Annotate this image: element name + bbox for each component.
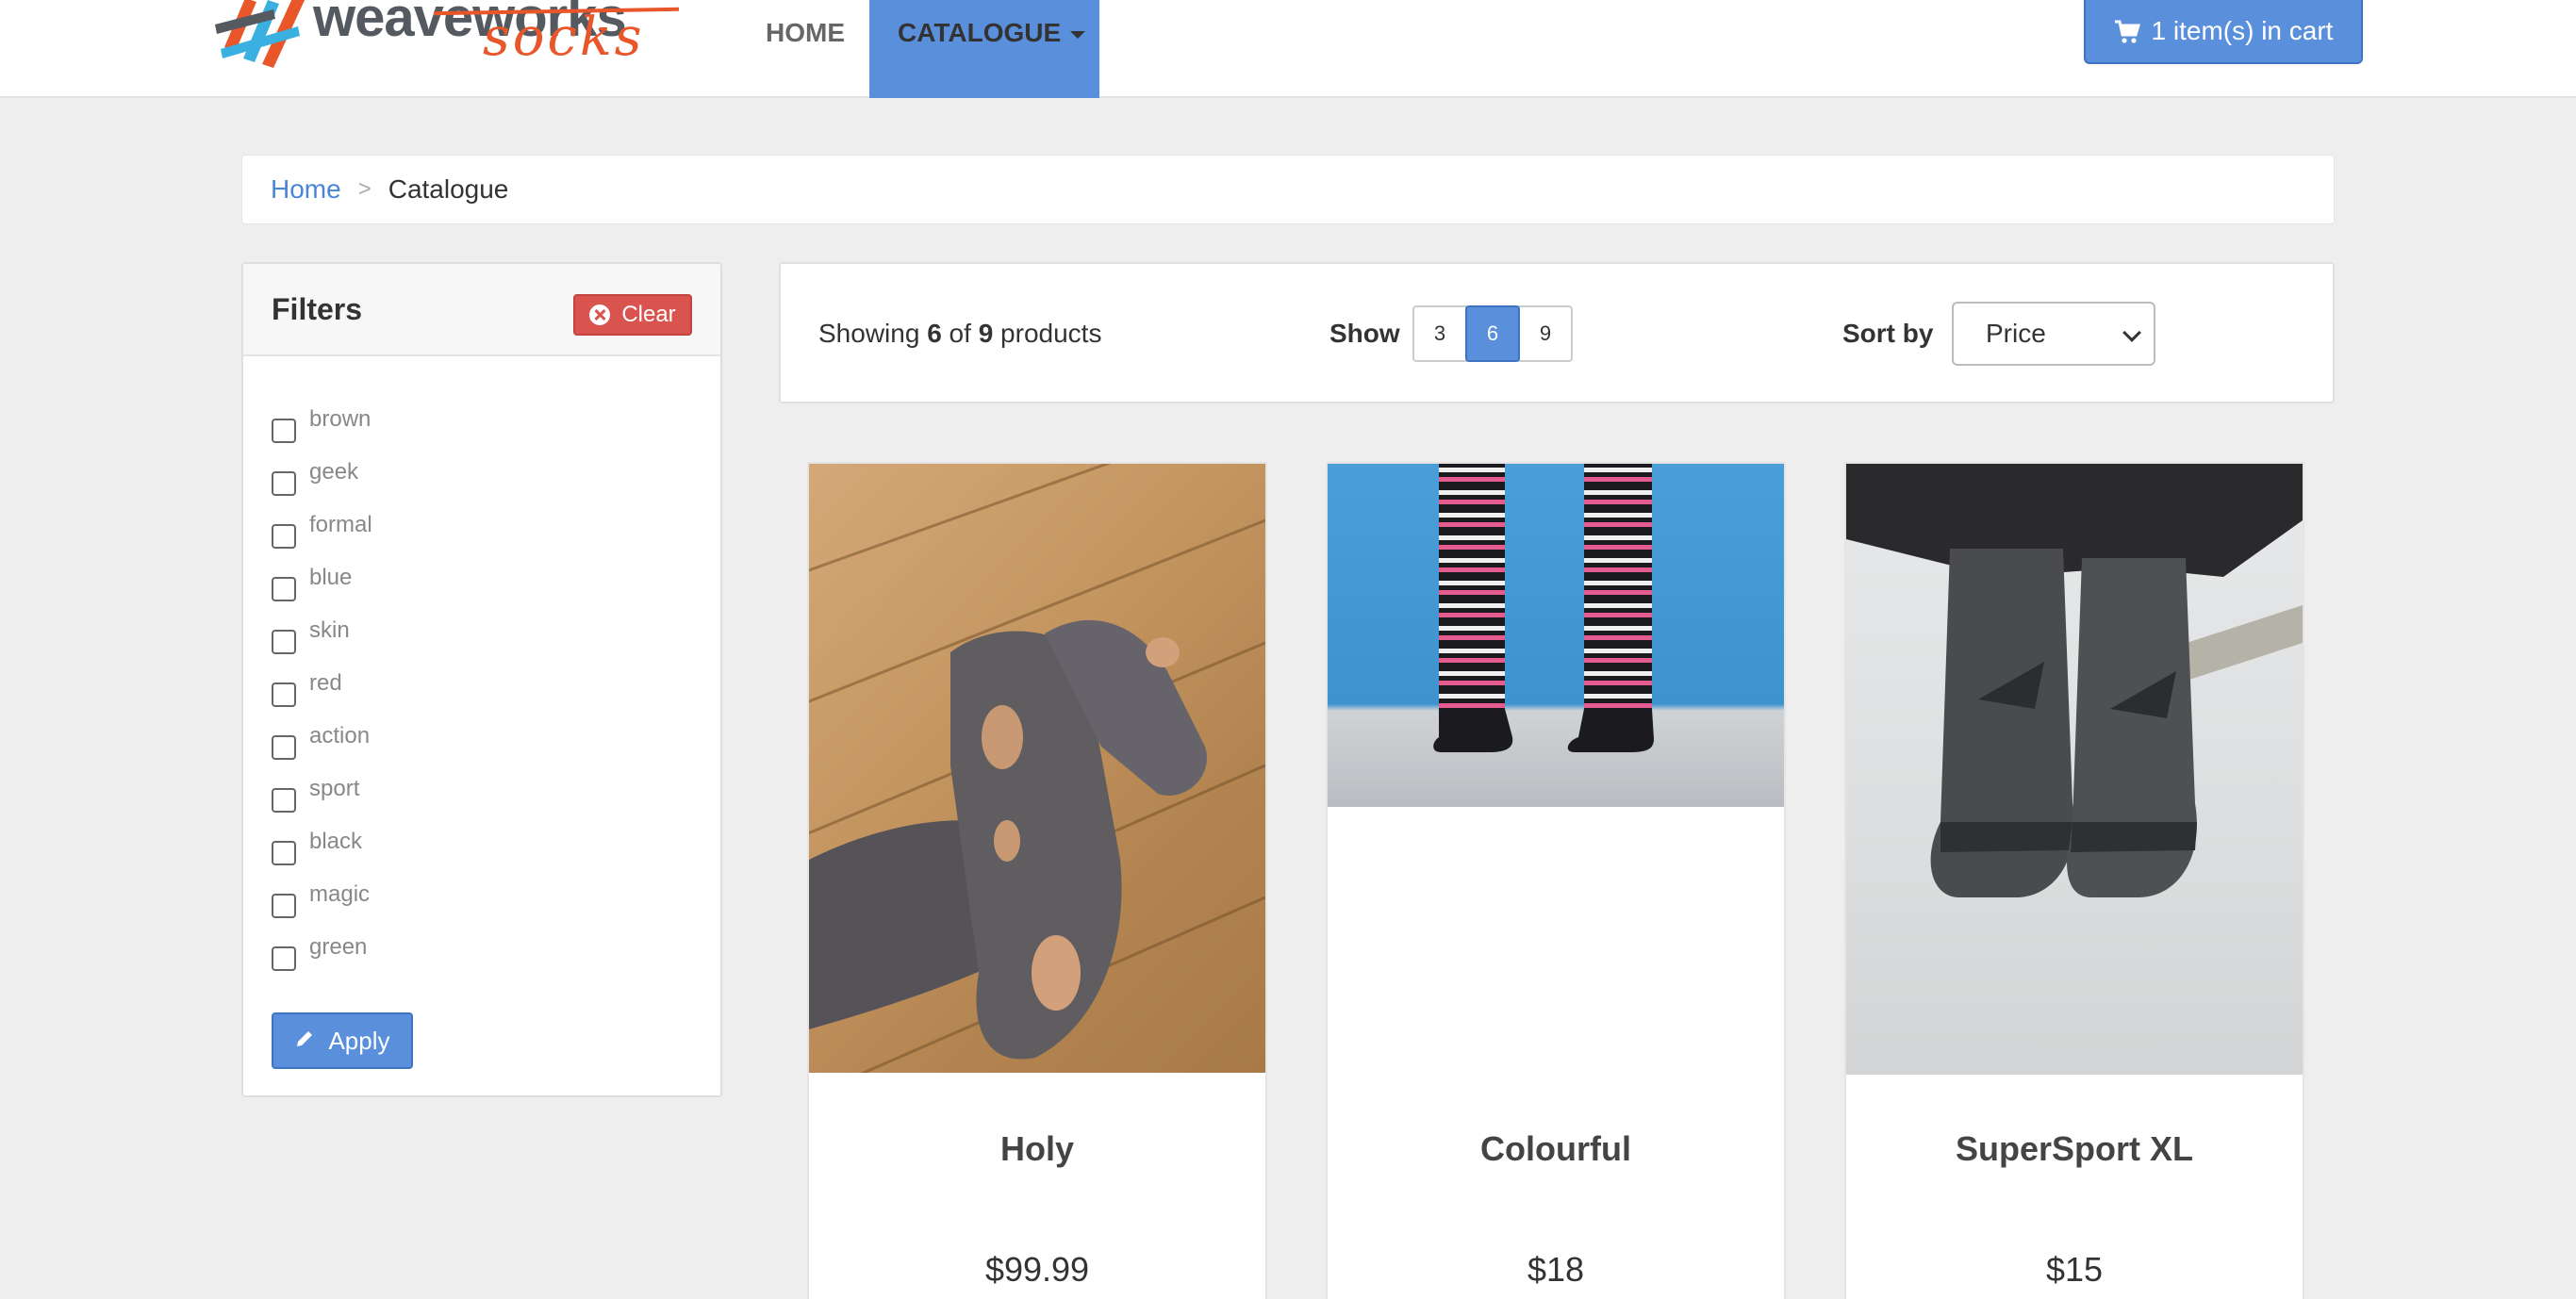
product-price: $15 — [2045, 1250, 2104, 1289]
filter-label: formal — [309, 512, 372, 537]
filter-option[interactable]: red — [272, 669, 372, 722]
filter-checkbox[interactable] — [272, 471, 296, 496]
total-count: 9 — [978, 319, 994, 348]
page-size-selector: 3 6 9 — [1412, 305, 1573, 362]
filter-option[interactable]: action — [272, 722, 372, 775]
filter-tag-list: brown geek formal blue skin red action s… — [272, 405, 372, 986]
filter-option[interactable]: magic — [272, 880, 372, 933]
show-label: Show — [1329, 319, 1400, 348]
sort-value: Price — [1986, 319, 2046, 348]
nav-home[interactable]: HOME — [766, 0, 845, 98]
filter-option[interactable]: formal — [272, 511, 372, 564]
breadcrumb-current: Catalogue — [388, 174, 509, 204]
apply-label: Apply — [328, 1026, 390, 1055]
showing-count: Showing 6 of 9 products — [818, 319, 1101, 349]
filter-checkbox[interactable] — [272, 682, 296, 707]
page-size-3-button[interactable]: 3 — [1412, 305, 1467, 362]
product-image-supersport-socks[interactable] — [1846, 464, 2303, 1075]
filter-label: blue — [309, 565, 353, 590]
product-name[interactable]: Holy — [809, 1129, 1265, 1169]
filter-checkbox[interactable] — [272, 788, 296, 813]
clear-filters-button[interactable]: Clear — [573, 294, 692, 336]
product-name[interactable]: Colourful — [1328, 1129, 1784, 1169]
weaveworks-socks-logo[interactable]: weaveworks socks — [207, 0, 680, 85]
filters-header: Filters Clear — [243, 264, 720, 356]
filter-checkbox[interactable] — [272, 841, 296, 865]
filter-checkbox[interactable] — [272, 524, 296, 549]
filter-option[interactable]: blue — [272, 564, 372, 617]
product-card[interactable]: SuperSport XL $15 — [1844, 462, 2304, 1299]
filter-option[interactable]: geek — [272, 458, 372, 511]
product-price: $99.99 — [984, 1250, 1090, 1289]
showing-of: of — [949, 319, 971, 348]
filter-option[interactable]: brown — [272, 405, 372, 458]
product-toolbar: Showing 6 of 9 products Show 3 6 9 Sort … — [779, 262, 2335, 403]
nav-catalogue[interactable]: CATALOGUE — [869, 0, 1099, 98]
filter-option[interactable]: sport — [272, 775, 372, 828]
chevron-down-icon — [2122, 323, 2141, 342]
breadcrumb-separator: > — [357, 176, 372, 202]
filter-option[interactable]: black — [272, 828, 372, 880]
product-name[interactable]: SuperSport XL — [1846, 1129, 2303, 1169]
supersport-socks-photo — [1846, 464, 2303, 897]
apply-filters-button[interactable]: Apply — [272, 1012, 413, 1069]
cart-label: 1 item(s) in cart — [2151, 16, 2334, 45]
filter-label: geek — [309, 459, 359, 485]
page-size-9-button[interactable]: 9 — [1518, 305, 1573, 362]
page-size-6-button[interactable]: 6 — [1465, 305, 1520, 362]
nav-catalogue-label: CATALOGUE — [898, 18, 1062, 47]
filter-checkbox[interactable] — [272, 946, 296, 971]
showing-prefix: Showing — [818, 319, 920, 348]
clear-label: Clear — [621, 302, 676, 327]
breadcrumb-home-link[interactable]: Home — [271, 174, 341, 205]
filters-panel: Filters Clear brown geek formal blue ski… — [241, 262, 722, 1097]
filter-label: magic — [309, 881, 371, 907]
filter-label: action — [309, 723, 371, 748]
remove-circle-icon — [589, 304, 611, 325]
sort-label: Sort by — [1842, 319, 1934, 348]
filter-label: brown — [309, 406, 372, 432]
filter-checkbox[interactable] — [272, 894, 296, 918]
caret-down-icon — [1070, 30, 1086, 39]
filter-checkbox[interactable] — [272, 577, 296, 601]
product-price: $18 — [1527, 1250, 1585, 1289]
filter-label: red — [309, 670, 342, 696]
shopping-cart-icon — [2114, 20, 2140, 43]
pencil-icon — [294, 1027, 315, 1056]
filter-option[interactable]: green — [272, 933, 372, 986]
product-image-colourful-socks[interactable] — [1328, 464, 1784, 807]
showing-suffix: products — [1000, 319, 1102, 348]
filter-label: black — [309, 829, 363, 854]
filter-checkbox[interactable] — [272, 419, 296, 443]
filter-option[interactable]: skin — [272, 617, 372, 669]
shown-count: 6 — [927, 319, 942, 348]
filter-checkbox[interactable] — [272, 735, 296, 760]
filter-checkbox[interactable] — [272, 630, 296, 654]
holy-socks-photo — [809, 464, 1265, 1073]
filters-title: Filters — [272, 292, 363, 326]
filter-label: green — [309, 934, 368, 960]
sort-select[interactable]: Price — [1952, 302, 2155, 366]
product-card[interactable]: Holy $99.99 — [807, 462, 1267, 1299]
product-card[interactable]: Colourful $18 — [1326, 462, 1786, 1299]
filter-label: skin — [309, 617, 350, 643]
breadcrumb: Home > Catalogue — [241, 155, 2335, 224]
top-navbar: weaveworks socks HOME CATALOGUE 1 item(s… — [0, 0, 2576, 98]
filter-label: sport — [309, 776, 360, 801]
cart-button[interactable]: 1 item(s) in cart — [2084, 0, 2363, 64]
logo-mark-icon — [215, 0, 305, 68]
logo-subword: socks — [483, 7, 645, 68]
colourful-socks-photo — [1433, 464, 1654, 752]
product-image-holy-socks[interactable] — [809, 464, 1265, 1073]
